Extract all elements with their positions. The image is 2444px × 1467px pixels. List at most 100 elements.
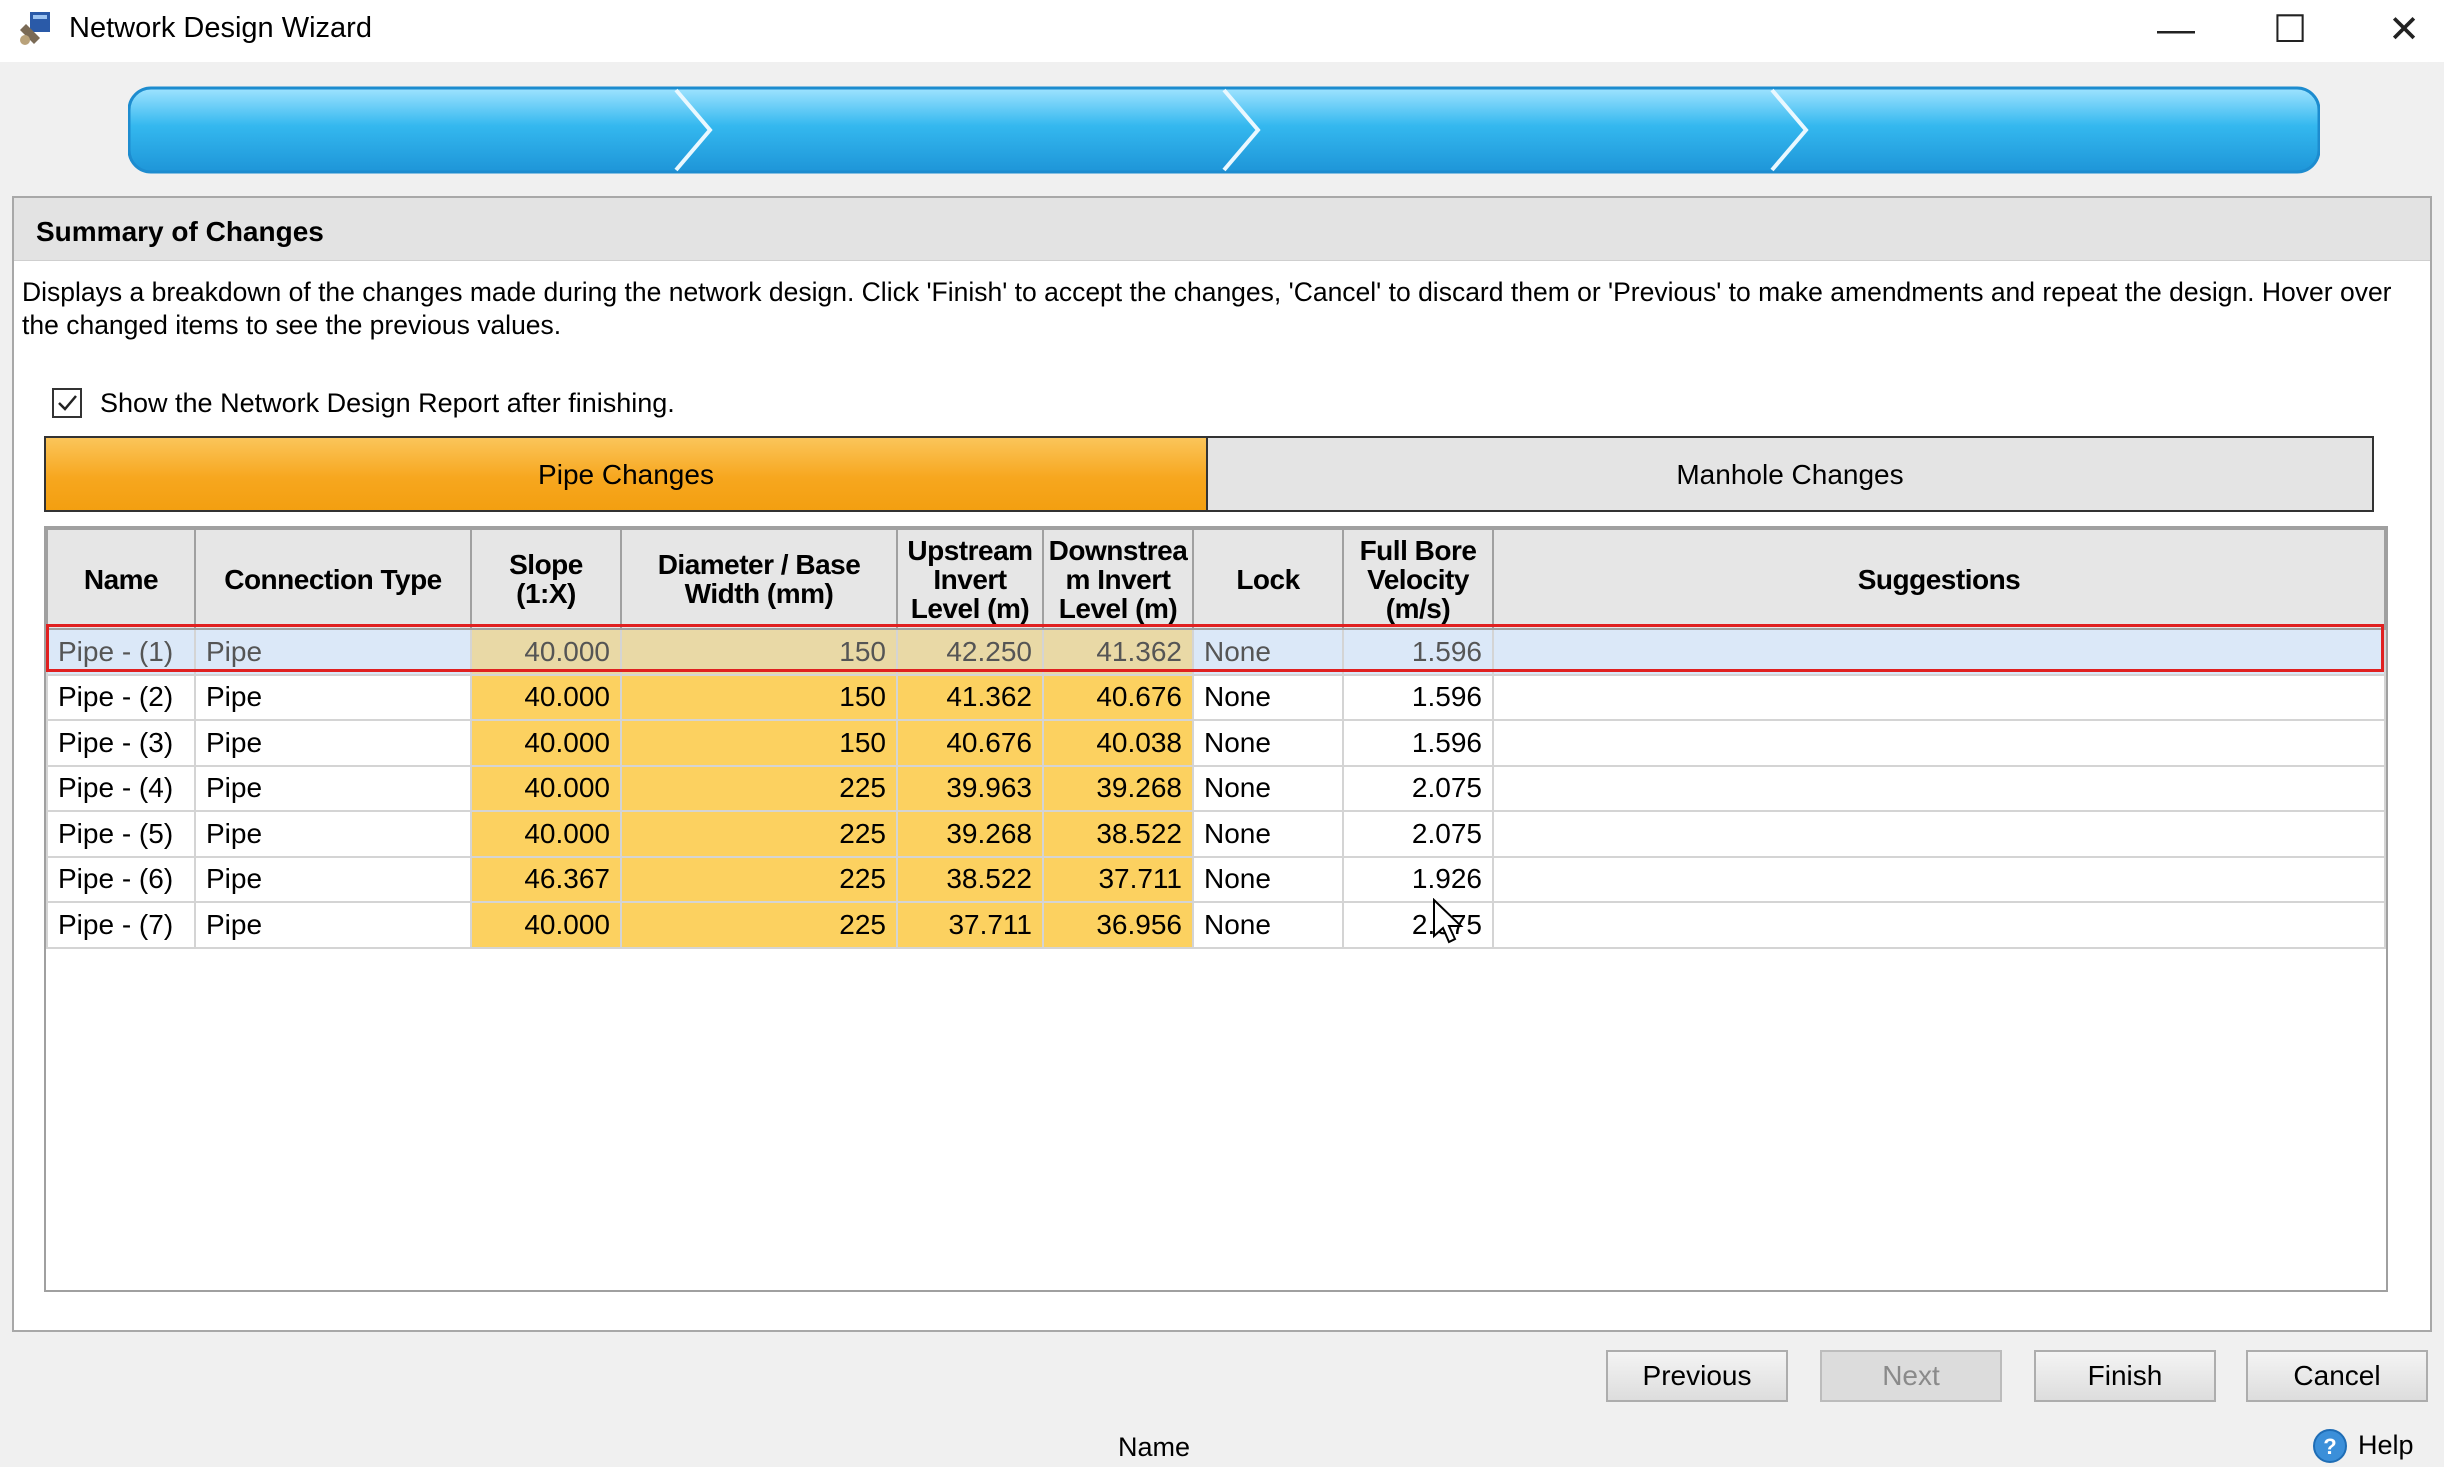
col-header-name[interactable]: Name xyxy=(46,528,196,630)
cell-connection-type[interactable]: Pipe xyxy=(194,810,472,858)
cell-lock[interactable]: None xyxy=(1192,673,1344,721)
cell-name[interactable]: Pipe - (3) xyxy=(46,719,196,767)
table-row[interactable]: Pipe - (4) Pipe 40.000 225 39.963 39.268… xyxy=(46,764,2386,812)
cell-suggestions[interactable] xyxy=(1492,901,2386,949)
cell-name[interactable]: Pipe - (2) xyxy=(46,673,196,721)
cell-name[interactable]: Pipe - (7) xyxy=(46,901,196,949)
cell-downstream-invert[interactable]: 40.676 xyxy=(1042,673,1194,721)
cell-downstream-invert[interactable]: 38.522 xyxy=(1042,810,1194,858)
cell-slope[interactable]: 40.000 xyxy=(470,719,622,767)
cell-name[interactable]: Pipe - (1) xyxy=(46,628,196,676)
cell-diameter[interactable]: 150 xyxy=(620,719,898,767)
col-header-lock[interactable]: Lock xyxy=(1192,528,1344,630)
cell-slope[interactable]: 40.000 xyxy=(470,673,622,721)
cell-connection-type[interactable]: Pipe xyxy=(194,673,472,721)
tab-manhole-changes[interactable]: Manhole Changes xyxy=(1206,436,2374,512)
table-header-row: Name Connection Type Slope (1:X) Diamete… xyxy=(46,528,2386,630)
cell-slope[interactable]: 40.000 xyxy=(470,901,622,949)
cell-downstream-invert[interactable]: 41.362 xyxy=(1042,628,1194,676)
cell-lock[interactable]: None xyxy=(1192,901,1344,949)
summary-description: Displays a breakdown of the changes made… xyxy=(22,277,2392,340)
col-header-velocity[interactable]: Full Bore Velocity (m/s) xyxy=(1342,528,1494,630)
mouse-cursor-icon xyxy=(1433,898,1464,944)
cell-diameter[interactable]: 150 xyxy=(620,628,898,676)
cell-downstream-invert[interactable]: 39.268 xyxy=(1042,764,1194,812)
cell-name[interactable]: Pipe - (5) xyxy=(46,810,196,858)
col-header-slope[interactable]: Slope (1:X) xyxy=(470,528,622,630)
summary-panel: Summary of Changes Displays a breakdown … xyxy=(12,196,2432,1332)
table-row[interactable]: Pipe - (1) Pipe 40.000 150 42.250 41.362… xyxy=(46,628,2386,676)
col-header-connection-type[interactable]: Connection Type xyxy=(194,528,472,630)
cell-diameter[interactable]: 150 xyxy=(620,673,898,721)
table-row[interactable]: Pipe - (3) Pipe 40.000 150 40.676 40.038… xyxy=(46,719,2386,767)
cell-upstream-invert[interactable]: 37.711 xyxy=(896,901,1044,949)
minimize-button[interactable]: — xyxy=(2144,4,2208,56)
cell-suggestions[interactable] xyxy=(1492,628,2386,676)
wizard-progress-bar xyxy=(128,86,2320,174)
cell-connection-type[interactable]: Pipe xyxy=(194,855,472,903)
cell-diameter[interactable]: 225 xyxy=(620,764,898,812)
col-header-suggestions[interactable]: Suggestions xyxy=(1492,528,2386,630)
cell-connection-type[interactable]: Pipe xyxy=(194,628,472,676)
cell-lock[interactable]: None xyxy=(1192,764,1344,812)
cell-velocity[interactable]: 1.926 xyxy=(1342,855,1494,903)
cell-velocity[interactable]: 1.596 xyxy=(1342,628,1494,676)
cell-downstream-invert[interactable]: 37.711 xyxy=(1042,855,1194,903)
cell-upstream-invert[interactable]: 39.963 xyxy=(896,764,1044,812)
col-header-diameter[interactable]: Diameter / Base Width (mm) xyxy=(620,528,898,630)
cell-downstream-invert[interactable]: 40.038 xyxy=(1042,719,1194,767)
cell-velocity[interactable]: 2.075 xyxy=(1342,901,1494,949)
cell-connection-type[interactable]: Pipe xyxy=(194,719,472,767)
cell-slope[interactable]: 40.000 xyxy=(470,764,622,812)
cell-velocity[interactable]: 1.596 xyxy=(1342,719,1494,767)
cell-upstream-invert[interactable]: 38.522 xyxy=(896,855,1044,903)
tab-pipe-changes[interactable]: Pipe Changes xyxy=(44,436,1208,512)
cell-suggestions[interactable] xyxy=(1492,764,2386,812)
table-row[interactable]: Pipe - (6) Pipe 46.367 225 38.522 37.711… xyxy=(46,855,2386,903)
pipe-changes-table: Name Connection Type Slope (1:X) Diamete… xyxy=(46,528,2386,949)
cell-diameter[interactable]: 225 xyxy=(620,855,898,903)
col-header-upstream-invert[interactable]: Upstream Invert Level (m) xyxy=(896,528,1044,630)
table-row[interactable]: Pipe - (5) Pipe 40.000 225 39.268 38.522… xyxy=(46,810,2386,858)
table-row[interactable]: Pipe - (7) Pipe 40.000 225 37.711 36.956… xyxy=(46,901,2386,949)
maximize-button[interactable]: ☐ xyxy=(2258,4,2322,56)
cell-lock[interactable]: None xyxy=(1192,855,1344,903)
show-report-checkbox[interactable] xyxy=(52,388,82,418)
cell-lock[interactable]: None xyxy=(1192,628,1344,676)
cell-connection-type[interactable]: Pipe xyxy=(194,901,472,949)
cell-upstream-invert[interactable]: 42.250 xyxy=(896,628,1044,676)
cancel-button[interactable]: Cancel xyxy=(2246,1350,2428,1402)
section-title: Summary of Changes xyxy=(36,216,324,247)
cell-upstream-invert[interactable]: 39.268 xyxy=(896,810,1044,858)
cell-diameter[interactable]: 225 xyxy=(620,810,898,858)
help-icon: ? xyxy=(2313,1429,2347,1463)
cell-velocity[interactable]: 1.596 xyxy=(1342,673,1494,721)
cell-name[interactable]: Pipe - (6) xyxy=(46,855,196,903)
cell-slope[interactable]: 40.000 xyxy=(470,810,622,858)
next-button[interactable]: Next xyxy=(1820,1350,2002,1402)
previous-button[interactable]: Previous xyxy=(1606,1350,1788,1402)
cell-name[interactable]: Pipe - (4) xyxy=(46,764,196,812)
cell-lock[interactable]: None xyxy=(1192,719,1344,767)
cell-upstream-invert[interactable]: 40.676 xyxy=(896,719,1044,767)
cell-velocity[interactable]: 2.075 xyxy=(1342,764,1494,812)
cell-slope[interactable]: 46.367 xyxy=(470,855,622,903)
cell-slope[interactable]: 40.000 xyxy=(470,628,622,676)
cell-diameter[interactable]: 225 xyxy=(620,901,898,949)
cell-upstream-invert[interactable]: 41.362 xyxy=(896,673,1044,721)
table-row[interactable]: Pipe - (2) Pipe 40.000 150 41.362 40.676… xyxy=(46,673,2386,721)
finish-button[interactable]: Finish xyxy=(2034,1350,2216,1402)
cell-lock[interactable]: None xyxy=(1192,810,1344,858)
cell-connection-type[interactable]: Pipe xyxy=(194,764,472,812)
status-name-label: Name xyxy=(1118,1432,1191,1462)
cell-suggestions[interactable] xyxy=(1492,855,2386,903)
col-header-downstream-invert[interactable]: Downstrea m Invert Level (m) xyxy=(1042,528,1194,630)
cell-suggestions[interactable] xyxy=(1492,719,2386,767)
summary-header: Summary of Changes xyxy=(14,198,2430,261)
cell-downstream-invert[interactable]: 36.956 xyxy=(1042,901,1194,949)
cell-suggestions[interactable] xyxy=(1492,673,2386,721)
close-button[interactable]: ✕ xyxy=(2372,4,2436,56)
help-label: Help xyxy=(2358,1430,2414,1460)
cell-suggestions[interactable] xyxy=(1492,810,2386,858)
cell-velocity[interactable]: 2.075 xyxy=(1342,810,1494,858)
